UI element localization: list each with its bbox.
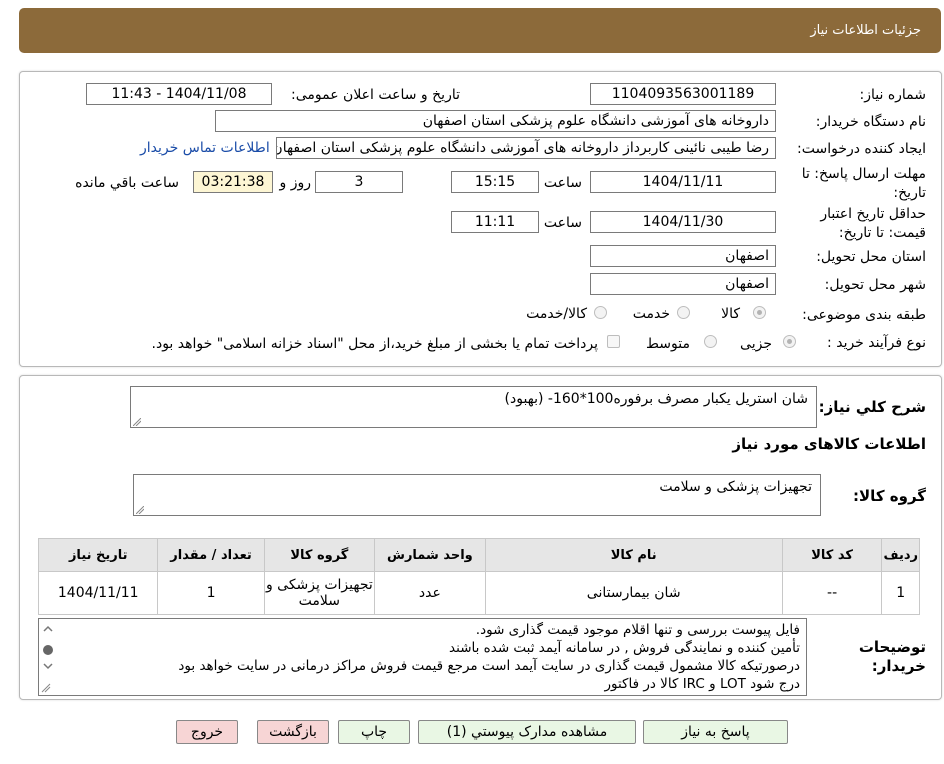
reply-date-field[interactable]: 1404/11/11: [590, 171, 776, 193]
city-field[interactable]: اصفهان: [590, 273, 776, 295]
buyer-notes-label-1: توضیحات: [858, 638, 926, 656]
cell-code: --: [781, 571, 883, 615]
purchase-radio-medium[interactable]: [704, 335, 717, 348]
exit-button[interactable]: خروج: [176, 720, 238, 744]
reply-time-field[interactable]: 15:15: [451, 171, 539, 193]
purchase-option-minor: جزیی: [740, 336, 772, 352]
category-option-service: خدمت: [632, 306, 670, 322]
goods-info-title: اطلاعات کالاهای مورد نیاز: [732, 435, 926, 453]
requester-field[interactable]: رضا طیبی نائینی کاربرداز داروخانه های آم…: [276, 137, 776, 159]
category-label: طبقه بندی موضوعی:: [802, 307, 926, 323]
cell-qty: 1: [157, 571, 265, 615]
price-validity-date-field[interactable]: 1404/11/30: [590, 211, 776, 233]
buyer-notes-scrollbar[interactable]: [40, 622, 56, 694]
description-label: شرح کلي نیاز:: [818, 398, 926, 416]
province-field[interactable]: اصفهان: [590, 245, 776, 267]
buyer-notes-label-2: خریدار:: [871, 657, 926, 675]
resize-handle-icon[interactable]: [136, 506, 144, 514]
requester-label: ایجاد کننده درخواست:: [797, 141, 926, 157]
category-radio-goods-service[interactable]: [594, 306, 607, 319]
page-header: جزئیات اطلاعات نیاز: [19, 8, 941, 53]
col-code: کد کالا: [781, 538, 883, 572]
attachments-button[interactable]: مشاهده مدارک پیوستي (1): [418, 720, 636, 744]
goods-group-textarea[interactable]: تجهیزات پزشکی و سلامت: [133, 474, 821, 516]
reply-days-label: روز و: [279, 175, 312, 191]
cell-row: 1: [881, 571, 920, 615]
price-validity-label-1: حداقل تاریخ اعتبار: [820, 206, 926, 222]
province-label: استان محل تحویل:: [816, 249, 926, 265]
buyer-note-line: درصورتیکه کالا مشمول قیمت گذاری در سایت …: [178, 658, 800, 674]
col-row: ردیف: [881, 538, 920, 572]
city-label: شهر محل تحویل:: [824, 277, 926, 293]
col-qty: تعداد / مقدار: [157, 538, 265, 572]
reply-deadline-label-2: تاریخ:: [893, 185, 926, 201]
treasury-checkbox[interactable]: [607, 335, 620, 348]
goods-table: ردیف کد کالا نام کالا واحد شمارش گروه کا…: [37, 538, 920, 615]
category-radio-goods[interactable]: [753, 306, 766, 319]
col-name: نام کالا: [484, 538, 783, 572]
category-option-goods: کالا: [721, 306, 740, 322]
buyer-note-line: درج شود LOT و IRC کالا در فاکتور: [604, 676, 800, 692]
buyer-org-field[interactable]: داروخانه های آموزشی دانشگاه علوم پزشکی ا…: [215, 110, 776, 132]
purchase-radio-minor[interactable]: [783, 335, 796, 348]
cell-name: شان بیمارستانی: [484, 571, 783, 615]
announce-label: تاریخ و ساعت اعلان عمومی:: [291, 87, 460, 103]
purchase-option-medium: متوسط: [646, 336, 690, 352]
treasury-note: پرداخت تمام یا بخشی از مبلغ خرید،از محل …: [151, 336, 598, 352]
cell-unit: عدد: [374, 571, 486, 615]
reply-button[interactable]: پاسخ به نیاز: [643, 720, 788, 744]
reply-time-label: ساعت: [543, 175, 582, 191]
col-date: تاریخ نیاز: [37, 538, 159, 572]
price-validity-label-2: قیمت: تا تاریخ:: [838, 225, 926, 241]
cell-group: تجهیزات پزشکی و سلامت: [263, 571, 376, 615]
description-textarea[interactable]: شان استریل یکبار مصرف برفوره100*160- (به…: [130, 386, 817, 428]
buyer-notes-textarea[interactable]: فایل پیوست بررسی و تنها اقلام موجود قیمت…: [38, 618, 807, 696]
reply-deadline-label-1: مهلت ارسال پاسخ: تا: [801, 166, 926, 182]
back-button[interactable]: بازگشت: [257, 720, 329, 744]
remaining-time-field: 03:21:38: [193, 171, 273, 193]
buyer-org-label: نام دستگاه خریدار:: [815, 114, 926, 130]
announce-field[interactable]: 1404/11/08 - 11:43: [86, 83, 272, 105]
buyer-note-line: فایل پیوست بررسی و تنها اقلام موجود قیمت…: [475, 622, 800, 638]
price-validity-time-label: ساعت: [543, 215, 582, 231]
reply-days-field[interactable]: 3: [315, 171, 403, 193]
category-option-goods-service: کالا/خدمت: [526, 306, 587, 322]
need-number-field[interactable]: 1104093563001189: [590, 83, 776, 105]
cell-date: 1404/11/11: [37, 571, 159, 615]
resize-handle-icon[interactable]: [133, 418, 141, 426]
print-button[interactable]: چاپ: [338, 720, 410, 744]
goods-table-header: ردیف کد کالا نام کالا واحد شمارش گروه کا…: [37, 538, 920, 572]
buyer-contact-link[interactable]: اطلاعات تماس خریدار: [140, 140, 270, 156]
purchase-type-label: نوع فرآیند خرید :: [827, 335, 926, 351]
price-validity-time-field[interactable]: 11:11: [451, 211, 539, 233]
page-title: جزئیات اطلاعات نیاز: [810, 23, 921, 38]
remaining-time-label: ساعت باقي مانده: [75, 175, 179, 191]
buyer-note-line: تأمین کننده و نمایندگی فروش , در سامانه …: [449, 640, 800, 656]
table-row[interactable]: 1 -- شان بیمارستانی عدد تجهیزات پزشکی و …: [37, 571, 920, 615]
need-number-label: شماره نیاز:: [859, 87, 927, 103]
col-group: گروه کالا: [263, 538, 376, 572]
col-unit: واحد شمارش: [374, 538, 486, 572]
category-radio-service[interactable]: [677, 306, 690, 319]
description-text: شان استریل یکبار مصرف برفوره100*160- (به…: [504, 391, 808, 407]
goods-group-label: گروه کالا:: [853, 487, 926, 505]
goods-group-text: تجهیزات پزشکی و سلامت: [659, 479, 812, 495]
